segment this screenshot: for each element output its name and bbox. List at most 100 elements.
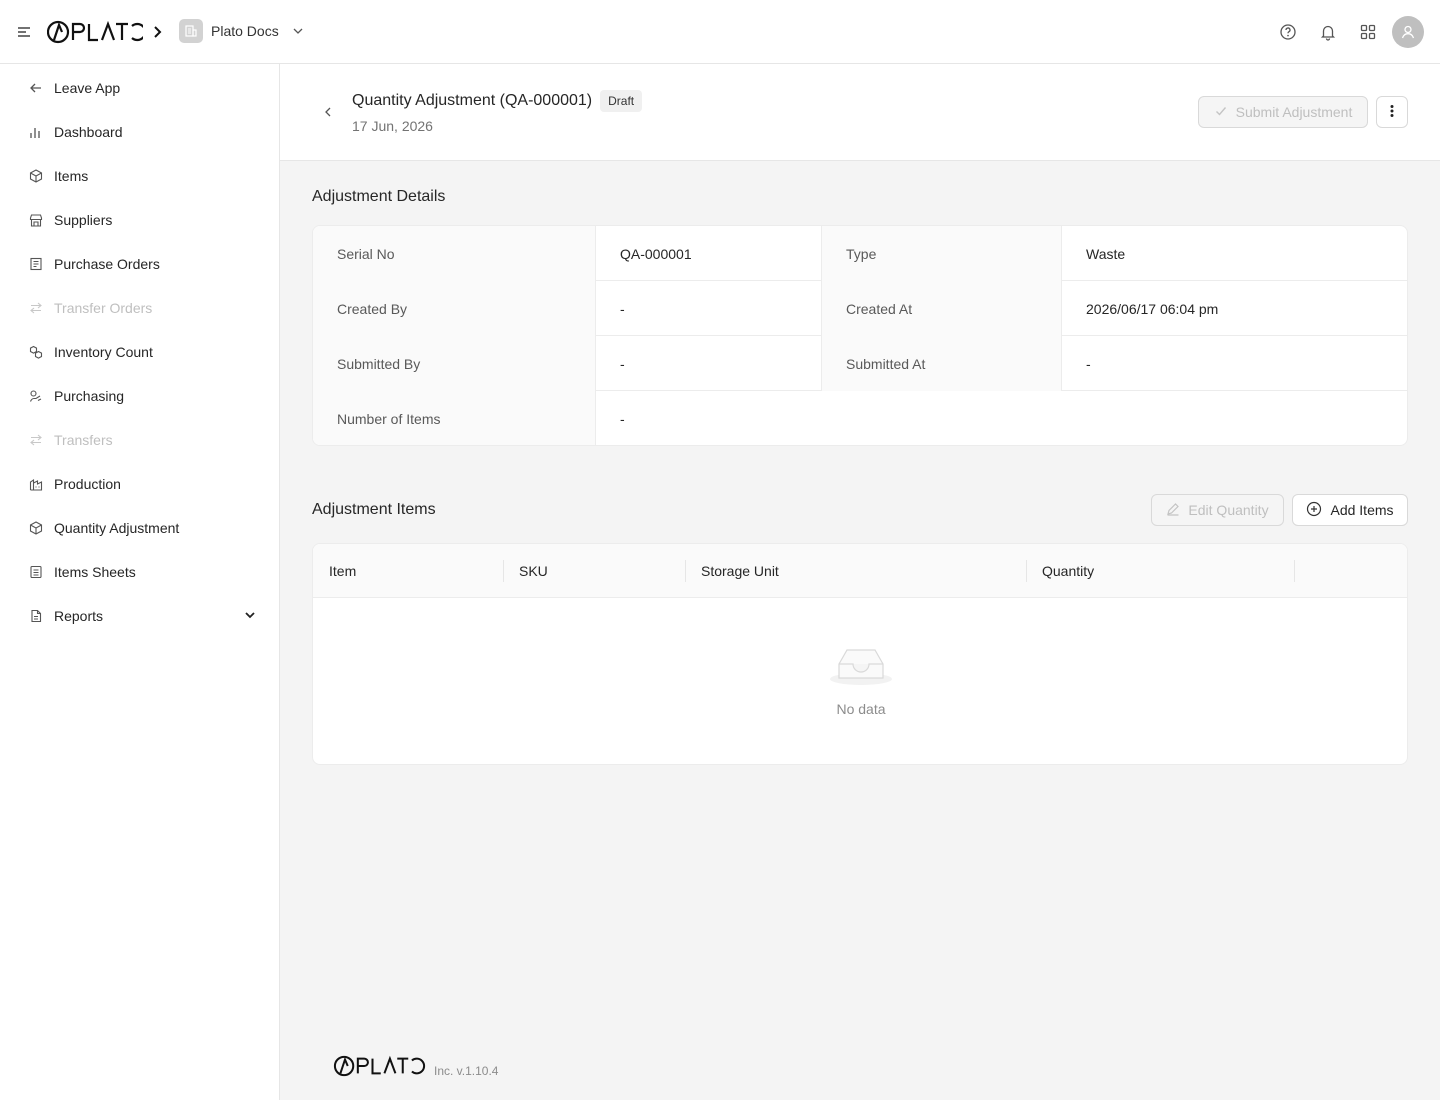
empty-inbox-icon [829,644,893,691]
back-chevron-icon[interactable] [318,102,338,122]
sidebar: Leave App Dashboard Items Suppliers Purc… [0,64,280,1100]
user-avatar-icon[interactable] [1392,16,1424,48]
add-items-button[interactable]: Add Items [1292,494,1408,526]
sidebar-item-dashboard[interactable]: Dashboard [0,110,279,154]
sidebar-item-items[interactable]: Items [0,154,279,198]
box-icon [28,168,44,184]
empty-state: No data [313,644,1407,717]
created-by-label: Created By [313,281,596,336]
sidebar-item-inventory-count[interactable]: Inventory Count [0,330,279,374]
serial-no-label: Serial No [313,226,596,281]
sidebar-item-label: Leave App [54,80,121,96]
check-icon [1214,104,1228,121]
sidebar-item-leave-app[interactable]: Leave App [0,66,279,110]
sidebar-item-label: Items [54,168,89,184]
created-by-value: - [596,281,822,336]
more-vertical-icon [1390,104,1394,121]
type-label: Type [822,226,1062,281]
factory-icon [28,476,44,492]
adjustment-items-title: Adjustment Items [312,501,436,518]
sidebar-item-label: Inventory Count [54,344,153,360]
sidebar-item-purchase-orders[interactable]: Purchase Orders [0,242,279,286]
details-row: Serial No QA-000001 Type Waste [313,226,1407,281]
serial-no-value: QA-000001 [596,226,822,281]
footer: Inc. v.1.10.4 [330,1055,498,1082]
edit-quantity-button[interactable]: Edit Quantity [1151,494,1284,526]
top-bar: Plato Docs [0,0,1440,64]
created-at-value: 2026/06/17 06:04 pm [1086,300,1219,317]
sidebar-item-transfer-orders: Transfer Orders [0,286,279,330]
submitted-by-value: - [596,336,822,391]
page-date: 17 Jun, 2026 [352,118,433,134]
bell-icon[interactable] [1312,16,1344,48]
sidebar-item-suppliers[interactable]: Suppliers [0,198,279,242]
box-icon [28,520,44,536]
pencil-icon [1166,502,1180,519]
column-header-storage-unit[interactable]: Storage Unit [685,544,1026,598]
empty-state-text: No data [836,701,886,717]
sidebar-item-label: Transfer Orders [54,300,153,316]
purchasing-icon [28,388,44,404]
number-of-items-label: Number of Items [313,391,596,445]
report-icon [28,608,44,624]
details-row: Created By - Created At 2026/06/17 06:04… [313,281,1407,336]
chevron-down-icon [291,24,305,38]
sidebar-item-label: Quantity Adjustment [54,520,180,536]
sidebar-item-label: Production [54,476,121,492]
app-switcher[interactable]: Plato Docs [179,19,305,43]
edit-quantity-label: Edit Quantity [1188,502,1269,518]
add-items-label: Add Items [1330,502,1394,518]
sidebar-item-label: Purchasing [54,388,125,404]
sidebar-item-transfers: Transfers [0,418,279,462]
purchase-order-icon [28,256,44,272]
sidebar-item-label: Suppliers [54,212,113,228]
version-text: Inc. v.1.10.4 [434,1063,499,1078]
sidebar-item-purchasing[interactable]: Purchasing [0,374,279,418]
plus-circle-icon [1306,501,1322,520]
column-header-sku[interactable]: SKU [503,544,685,598]
chevron-down-icon[interactable] [243,608,257,622]
sidebar-item-label: Items Sheets [54,564,136,580]
breadcrumb-chevron-icon [152,24,164,40]
submit-adjustment-button[interactable]: Submit Adjustment [1198,96,1368,128]
boxes-icon [28,344,44,360]
transfer-icon [28,432,44,448]
menu-icon[interactable] [16,24,32,40]
app-name: Plato Docs [211,23,279,39]
sidebar-item-production[interactable]: Production [0,462,279,506]
more-options-button[interactable] [1376,96,1408,128]
building-icon [179,19,203,43]
sidebar-item-reports[interactable]: Reports [0,594,279,638]
sidebar-item-label: Dashboard [54,124,123,140]
column-divider [1294,560,1295,582]
help-icon[interactable] [1272,16,1304,48]
submitted-by-label: Submitted By [313,336,596,391]
type-value: Waste [1086,245,1126,262]
apps-grid-icon[interactable] [1352,16,1384,48]
submit-adjustment-label: Submit Adjustment [1235,104,1353,120]
status-badge: Draft [600,90,643,112]
adjustment-details-title: Adjustment Details [312,188,446,205]
store-icon [28,212,44,228]
plato-logo [330,1055,426,1082]
sidebar-item-quantity-adjustment[interactable]: Quantity Adjustment [0,506,279,550]
sidebar-item-items-sheets[interactable]: Items Sheets [0,550,279,594]
sidebar-item-label: Transfers [54,432,113,448]
plato-logo[interactable] [47,20,143,44]
submitted-at-value: - [1086,355,1091,372]
column-header-item[interactable]: Item [313,544,503,598]
bar-chart-icon [28,124,44,140]
adjustment-details-card: Serial No QA-000001 Type Waste Created B… [312,225,1408,446]
page-header: Quantity Adjustment (QA-000001) Draft 17… [280,64,1440,161]
number-of-items-value: - [620,410,625,427]
created-at-label: Created At [822,281,1062,336]
sidebar-item-label: Reports [54,608,104,624]
column-header-quantity[interactable]: Quantity [1026,544,1294,598]
sheet-icon [28,564,44,580]
adjustment-items-table: Item SKU Storage Unit Quantity No data [312,543,1408,765]
details-row: Number of Items - [313,391,1407,445]
sidebar-item-label: Purchase Orders [54,256,160,272]
submitted-at-label: Submitted At [822,336,1062,391]
transfer-icon [28,300,44,316]
arrow-left-icon [28,80,44,96]
